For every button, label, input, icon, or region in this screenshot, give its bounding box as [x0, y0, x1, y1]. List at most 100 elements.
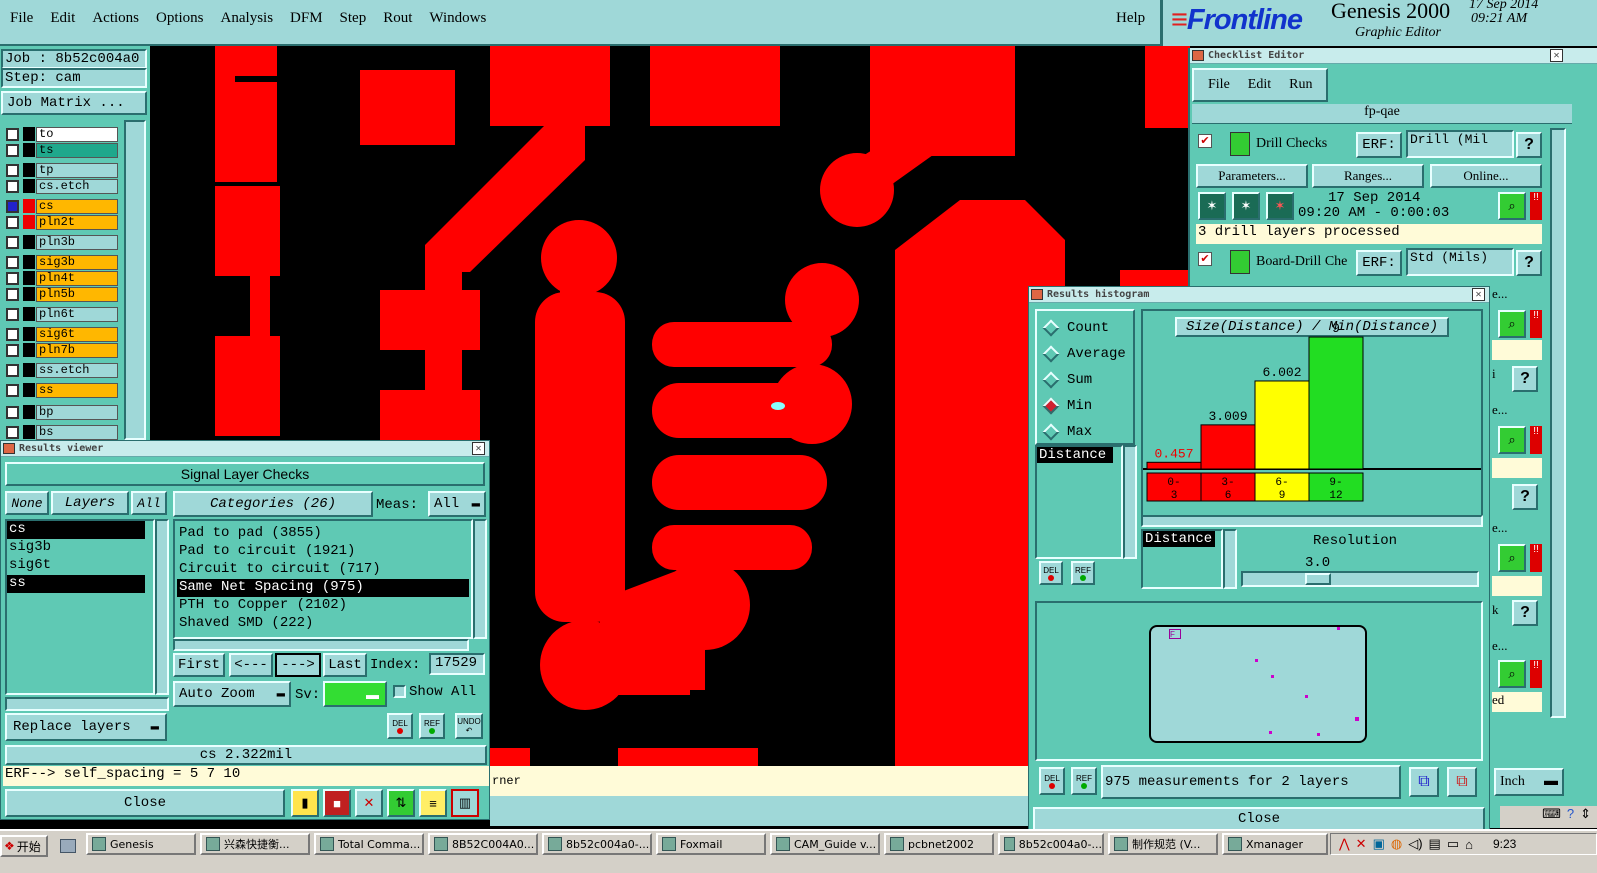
taskbar-item[interactable]: Genesis: [86, 833, 196, 855]
distance-list[interactable]: Distance: [1141, 529, 1223, 589]
all-button[interactable]: All: [131, 491, 167, 515]
category-item[interactable]: Same Net Spacing (975): [177, 579, 469, 597]
drill-check-toggle[interactable]: ✔: [1198, 134, 1212, 148]
layer-list-scrollbar[interactable]: [155, 519, 169, 695]
histogram-close-button[interactable]: Close: [1033, 807, 1485, 831]
taskbar-item[interactable]: Total Comma...: [314, 833, 424, 855]
board-check-toggle[interactable]: ✔: [1198, 252, 1212, 266]
run-stop-icon[interactable]: ✶: [1266, 192, 1294, 220]
layer-row[interactable]: tp: [4, 162, 118, 178]
result-layer-item[interactable]: cs: [7, 521, 145, 539]
taskbar-item[interactable]: 8B52C004A0...: [428, 833, 538, 855]
mode-radio[interactable]: Min: [1037, 393, 1133, 419]
layer-row[interactable]: pln4t: [4, 270, 118, 286]
none-button[interactable]: None: [5, 491, 49, 515]
taskbar-item[interactable]: Xmanager: [1222, 833, 1328, 855]
online-button[interactable]: Online...: [1430, 164, 1542, 188]
mode-radio[interactable]: Count: [1037, 315, 1133, 341]
menu-item[interactable]: Step: [340, 10, 367, 27]
histogram-bar[interactable]: [1254, 380, 1310, 470]
layer-row[interactable]: ss.etch: [4, 362, 118, 378]
units-select[interactable]: Inch ▬: [1494, 768, 1564, 796]
close-icon[interactable]: ✕: [1472, 288, 1485, 301]
start-button[interactable]: ❖ 开始: [0, 835, 48, 857]
help-button[interactable]: ?: [1512, 600, 1538, 626]
show-all-checkbox[interactable]: [393, 685, 406, 698]
menu-item[interactable]: Analysis: [221, 10, 274, 27]
layer-checkbox[interactable]: [6, 307, 19, 321]
window-menu-icon[interactable]: [1192, 50, 1204, 61]
result-layer-list[interactable]: cs sig3b sig6t ss: [5, 519, 155, 695]
attr-list[interactable]: Distance: [1035, 445, 1123, 559]
help-button[interactable]: ?: [1516, 250, 1542, 276]
layer-row[interactable]: ts: [4, 142, 118, 158]
layer-row[interactable]: to: [4, 126, 118, 142]
drill-erf-value[interactable]: Drill (Mil: [1406, 130, 1514, 158]
index-input[interactable]: 17529: [429, 653, 485, 675]
prev-button[interactable]: <---: [229, 653, 273, 677]
histogram-bar[interactable]: [1200, 424, 1256, 470]
layer-list-hscroll[interactable]: [5, 697, 169, 711]
checklist-scrollbar[interactable]: [1550, 128, 1566, 718]
slider-thumb[interactable]: [1305, 573, 1331, 585]
zoom-icon[interactable]: ⌕: [1498, 660, 1526, 688]
distance-item[interactable]: Distance: [1143, 531, 1215, 547]
report-icon[interactable]: ▮: [291, 789, 319, 817]
board-outline[interactable]: F: [1149, 625, 1367, 743]
mode-radio[interactable]: Max: [1037, 419, 1133, 445]
zoom-icon[interactable]: ⌕: [1498, 192, 1526, 220]
category-item[interactable]: Shaved SMD (222): [177, 615, 469, 633]
list-icon[interactable]: ≡: [419, 789, 447, 817]
layer-scrollbar[interactable]: [124, 120, 146, 440]
layer-checkbox[interactable]: [6, 199, 19, 213]
window-menu-icon[interactable]: [3, 443, 15, 454]
layer-checkbox[interactable]: [6, 343, 19, 357]
layer-row[interactable]: sig3b: [4, 254, 118, 270]
layer-checkbox[interactable]: [6, 425, 19, 439]
result-layer-item[interactable]: ss: [7, 575, 145, 593]
distance-scrollbar[interactable]: [1223, 529, 1237, 589]
meas-select[interactable]: All ▬: [428, 491, 486, 517]
taskbar-item[interactable]: CAM_Guide v...: [770, 833, 880, 855]
taskbar-item[interactable]: 8b52c004a0-...: [998, 833, 1104, 855]
layer-checkbox[interactable]: [6, 215, 19, 229]
histogram-chart[interactable]: 0.4570-33.0093-66.0026-999-12: [1143, 311, 1481, 521]
keyboard-icon[interactable]: ⌨: [1542, 806, 1561, 828]
import-icon[interactable]: ⧉: [1447, 767, 1477, 797]
del-button[interactable]: DEL: [1039, 767, 1065, 795]
run-all-icon[interactable]: ✶: [1232, 192, 1260, 220]
parameters-button[interactable]: Parameters...: [1196, 164, 1308, 188]
menu-item[interactable]: Actions: [92, 10, 139, 27]
run-icon[interactable]: ✶: [1198, 192, 1226, 220]
attr-item-distance[interactable]: Distance: [1037, 447, 1113, 463]
layer-row[interactable]: cs: [4, 198, 118, 214]
layer-checkbox[interactable]: [6, 163, 19, 177]
scroll-icon[interactable]: ⇕: [1580, 806, 1591, 828]
layer-checkbox[interactable]: [6, 271, 19, 285]
taskbar-item[interactable]: pcbnet2002: [884, 833, 994, 855]
layer-checkbox[interactable]: [6, 235, 19, 249]
category-item[interactable]: PTH to Copper (2102): [177, 597, 469, 615]
layer-checkbox[interactable]: [6, 255, 19, 269]
help-button[interactable]: ?: [1516, 132, 1542, 158]
layers-button[interactable]: Layers: [51, 491, 129, 515]
tray-icon[interactable]: ✕: [1356, 836, 1367, 852]
categories-button[interactable]: Categories (26): [173, 491, 373, 517]
step-icon[interactable]: ⇅: [387, 789, 415, 817]
result-layer-item[interactable]: sig3b: [7, 539, 145, 557]
attr-scrollbar[interactable]: [1123, 445, 1137, 559]
taskbar-item[interactable]: 制作规范 (V...: [1108, 833, 1218, 855]
result-layer-item[interactable]: sig6t: [7, 557, 145, 575]
window-menu-icon[interactable]: [1031, 289, 1043, 300]
close-icon[interactable]: ✕: [472, 442, 485, 455]
layer-checkbox[interactable]: [6, 143, 19, 157]
ref-button[interactable]: REF: [419, 713, 445, 739]
help-icon[interactable]: ?: [1567, 806, 1574, 828]
board-erf-value[interactable]: Std (Mils): [1406, 248, 1514, 276]
menu-item[interactable]: Edit: [50, 10, 75, 27]
sv-color-select[interactable]: ▬: [323, 681, 387, 707]
layer-checkbox[interactable]: [6, 287, 19, 301]
stop-icon[interactable]: ■: [323, 789, 351, 817]
taskbar-item[interactable]: 8b52c004a0-...: [542, 833, 652, 855]
category-item[interactable]: Pad to pad (3855): [177, 525, 469, 543]
